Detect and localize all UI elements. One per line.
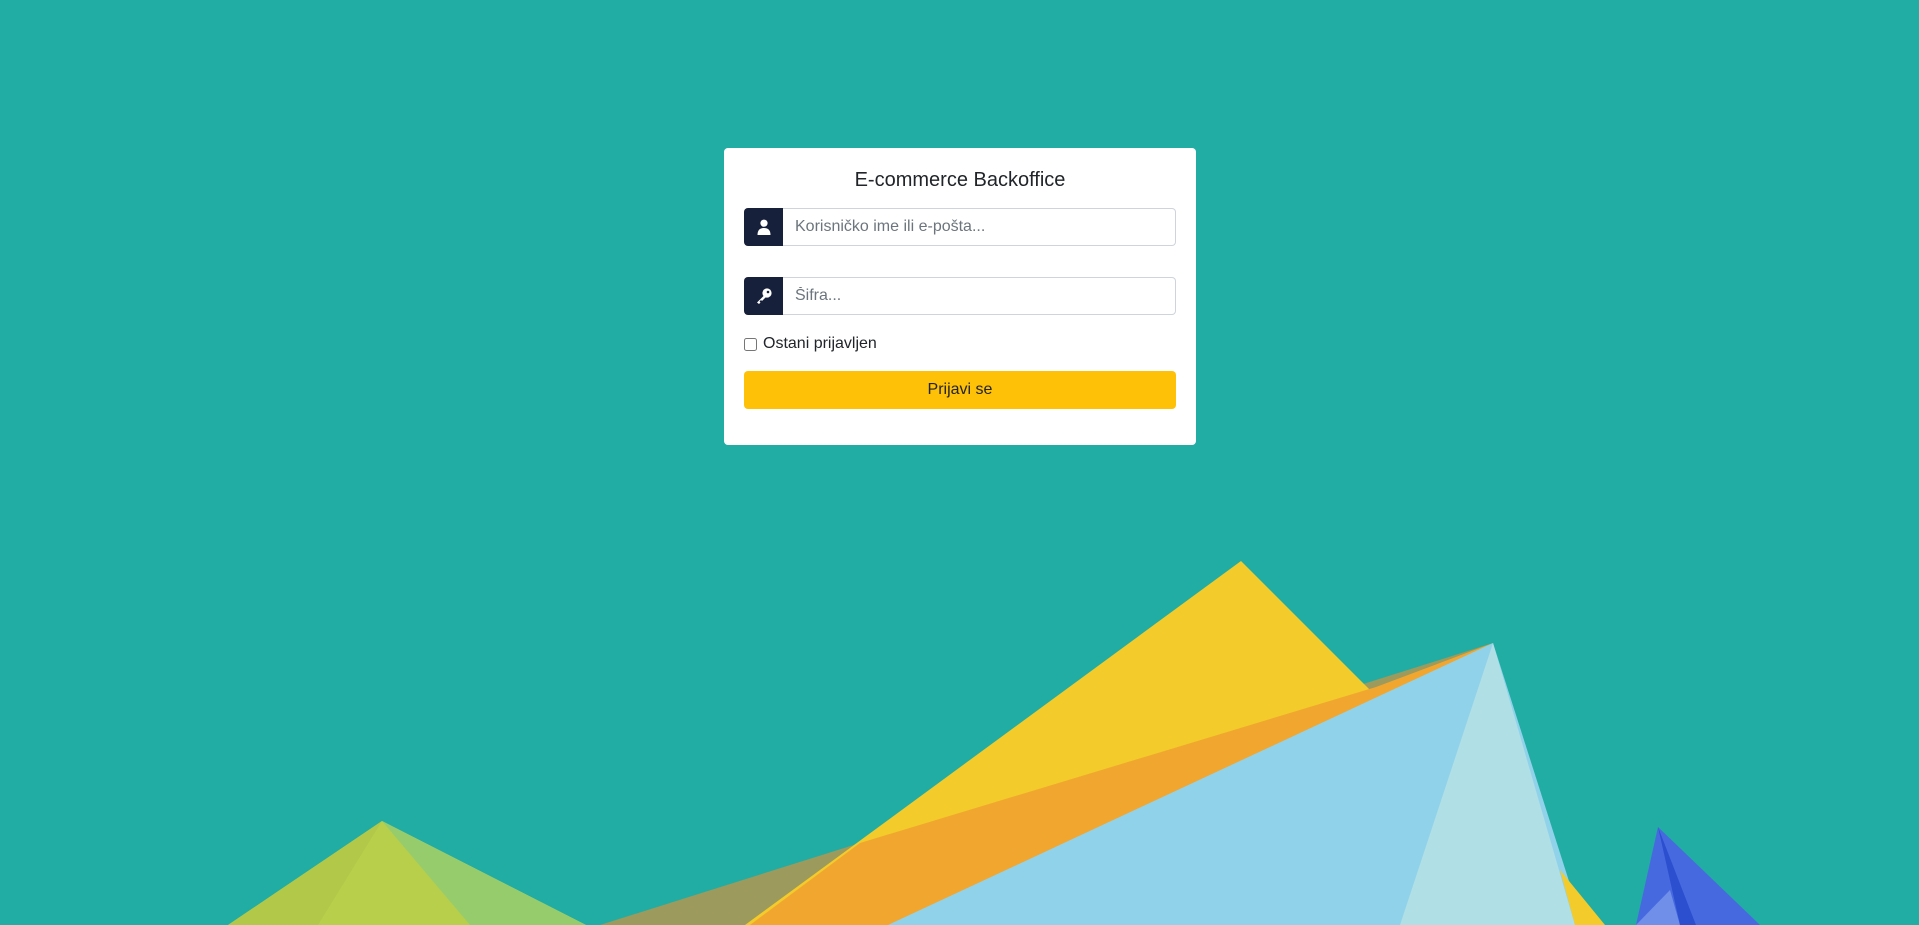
login-button[interactable]: Prijavi se	[744, 371, 1176, 409]
login-card: E-commerce Backoffice Ostani prijavljen …	[724, 148, 1196, 445]
login-title: E-commerce Backoffice	[854, 169, 1066, 191]
user-icon	[757, 219, 770, 235]
password-input-group	[744, 277, 1176, 315]
key-icon-addon	[744, 277, 783, 315]
remember-me-row[interactable]: Ostani prijavljen	[744, 334, 877, 354]
user-icon-addon	[744, 208, 783, 246]
remember-me-checkbox[interactable]	[744, 337, 757, 351]
background-illustration	[228, 561, 1760, 925]
key-icon	[756, 288, 772, 304]
username-input[interactable]	[783, 208, 1176, 246]
username-input-group	[744, 208, 1176, 246]
password-input[interactable]	[783, 277, 1176, 315]
remember-me-label: Ostani prijavljen	[763, 335, 877, 352]
